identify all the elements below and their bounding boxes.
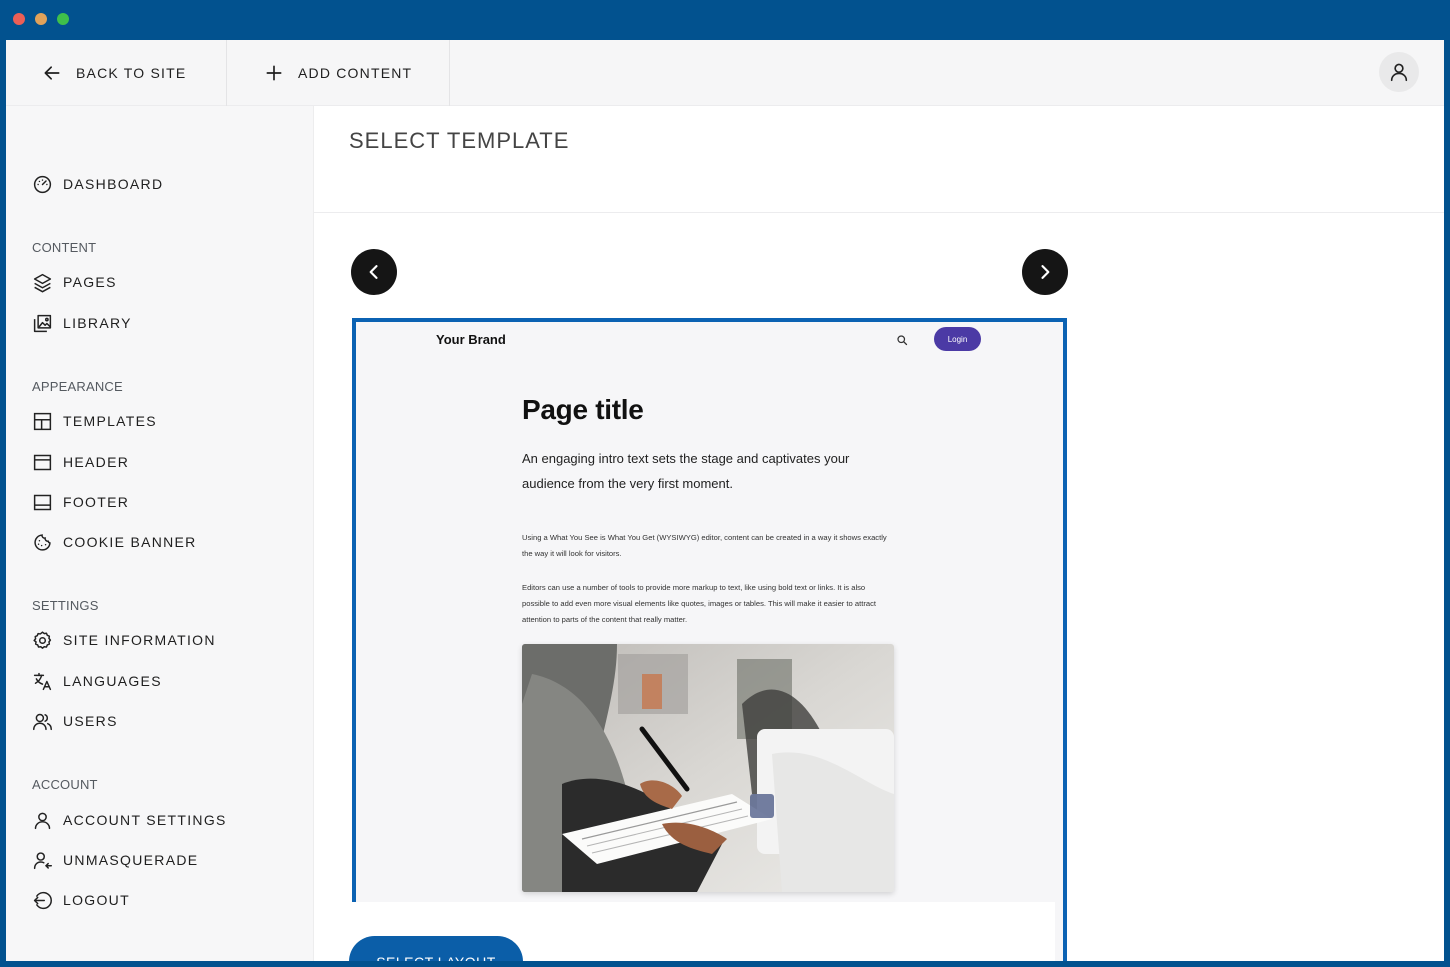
sidebar-item-footer[interactable]: FOOTER [32, 488, 129, 516]
main-content: SELECT TEMPLATE Your Brand Login Page ti… [314, 106, 1444, 961]
section-label-settings: SETTINGS [32, 598, 99, 613]
section-label-account: ACCOUNT [32, 777, 98, 792]
logout-icon [33, 891, 52, 909]
preview-page-title: Page title [522, 394, 644, 425]
template-preview[interactable]: Your Brand Login Page title An engaging … [352, 318, 1067, 961]
sidebar-item-label: SITE INFORMATION [63, 632, 216, 648]
preview-intro-text: An engaging intro text sets the stage an… [522, 451, 850, 491]
sidebar-item-dashboard[interactable]: DASHBOARD [32, 170, 163, 198]
translate-icon [33, 672, 52, 690]
sidebar-item-label: UNMASQUERADE [63, 852, 199, 868]
chevron-left-icon [369, 265, 378, 279]
cookie-icon [34, 533, 51, 551]
sidebar-item-templates[interactable]: TEMPLATES [32, 407, 157, 435]
sidebar-item-label: PAGES [63, 274, 117, 290]
sidebar-item-label: DASHBOARD [63, 176, 164, 192]
sidebar-item-unmasquerade[interactable]: UNMASQUERADE [32, 846, 198, 874]
back-to-site-label: BACK TO SITE [76, 65, 187, 81]
sidebar-item-label: COOKIE BANNER [63, 534, 197, 550]
divider [314, 212, 1444, 213]
topbar-divider [226, 40, 227, 106]
header-layout-icon [33, 454, 52, 470]
topbar-divider [449, 40, 450, 106]
close-window-button[interactable] [13, 13, 25, 25]
sidebar-item-label: LOGOUT [63, 892, 130, 908]
preview-paragraph: Using a What You See is What You Get (WY… [522, 533, 887, 558]
users-icon [33, 713, 52, 730]
section-label-content: CONTENT [32, 240, 97, 255]
sidebar-item-logout[interactable]: LOGOUT [32, 886, 130, 914]
image-library-icon [33, 314, 52, 332]
top-bar: BACK TO SITE ADD CONTENT [6, 40, 1444, 106]
sidebar-item-pages[interactable]: PAGES [32, 268, 117, 296]
sidebar-item-label: LIBRARY [63, 315, 132, 331]
photo-illustration [522, 644, 894, 892]
user-icon [1390, 63, 1408, 82]
sidebar-item-label: ACCOUNT SETTINGS [63, 812, 227, 828]
user-switch-icon [33, 851, 52, 869]
preview-login-button: Login [934, 327, 981, 351]
sidebar-item-account-settings[interactable]: ACCOUNT SETTINGS [32, 806, 227, 834]
sidebar-item-site-information[interactable]: SITE INFORMATION [32, 626, 216, 654]
sidebar-item-languages[interactable]: LANGUAGES [32, 667, 162, 695]
plus-icon [266, 65, 282, 81]
select-layout-button[interactable]: SELECT LAYOUT [349, 936, 523, 961]
sidebar-item-label: LANGUAGES [63, 673, 162, 689]
minimize-window-button[interactable] [35, 13, 47, 25]
sidebar-item-header[interactable]: HEADER [32, 448, 129, 476]
arrow-left-icon [44, 66, 60, 80]
add-content-button[interactable]: ADD CONTENT [264, 40, 412, 106]
gauge-icon [33, 175, 52, 193]
preview-brand: Your Brand [436, 332, 506, 347]
user-avatar-button[interactable] [1379, 52, 1419, 92]
search-icon [897, 335, 908, 346]
maximize-window-button[interactable] [57, 13, 69, 25]
sidebar-item-library[interactable]: LIBRARY [32, 309, 132, 337]
window-titlebar [0, 0, 1450, 40]
add-content-label: ADD CONTENT [298, 65, 413, 81]
footer-layout-icon [33, 494, 52, 510]
layers-icon [33, 273, 52, 292]
app-window: BACK TO SITE ADD CONTENT DASHBOARD CONTE… [6, 40, 1444, 961]
section-label-appearance: APPEARANCE [32, 379, 123, 394]
sidebar-item-label: FOOTER [63, 494, 130, 510]
sidebar-item-label: TEMPLATES [63, 413, 157, 429]
user-icon [34, 812, 51, 829]
sidebar-item-cookie-banner[interactable]: COOKIE BANNER [32, 528, 197, 556]
next-template-button[interactable] [1022, 249, 1068, 295]
gear-icon [33, 630, 52, 649]
page-title: SELECT TEMPLATE [349, 128, 570, 153]
chevron-right-icon [1041, 265, 1050, 279]
preview-photo [522, 644, 894, 892]
sidebar-item-users[interactable]: USERS [32, 707, 118, 735]
preview-paragraph: Editors can use a number of tools to pro… [522, 583, 876, 624]
previous-template-button[interactable] [351, 249, 397, 295]
template-grid-icon [33, 412, 52, 430]
sidebar-item-label: HEADER [63, 454, 130, 470]
back-to-site-button[interactable]: BACK TO SITE [42, 40, 186, 106]
sidebar: DASHBOARD CONTENT PAGES LIBRARY APPEARAN… [6, 106, 314, 961]
sidebar-item-label: USERS [63, 713, 118, 729]
